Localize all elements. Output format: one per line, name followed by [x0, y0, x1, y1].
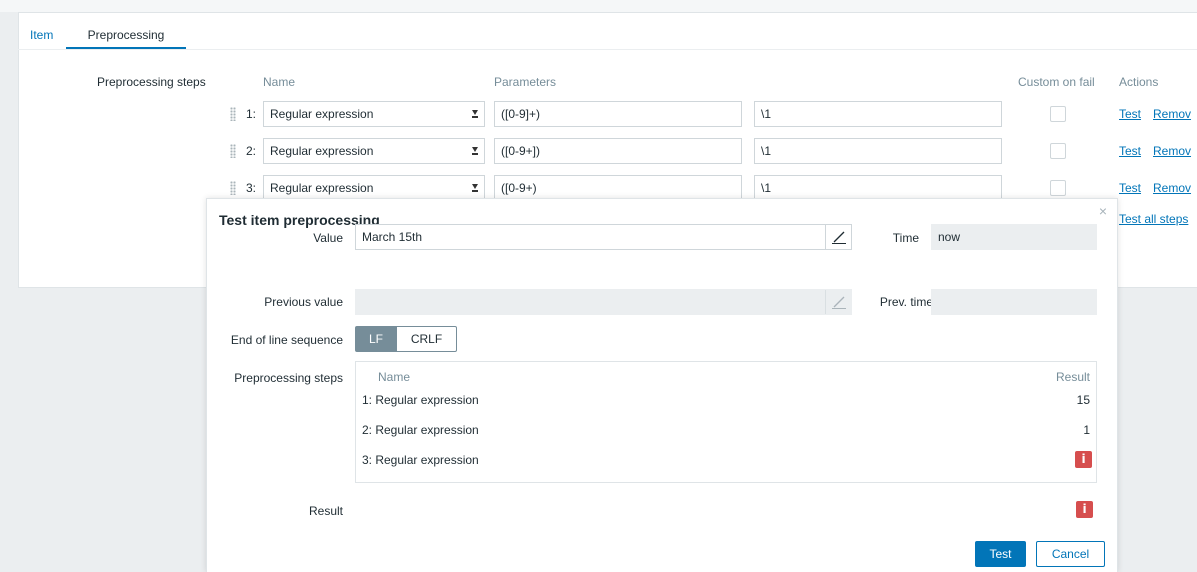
edit-previous-value-button	[825, 290, 851, 314]
edit-value-button[interactable]	[825, 225, 851, 249]
step-param-pattern-input[interactable]: ([0-9]+)	[494, 101, 742, 127]
custom-on-fail-checkbox[interactable]	[1050, 143, 1066, 159]
previous-value-label: Previous value	[264, 295, 343, 309]
step-type-select[interactable]: Regular expression	[263, 138, 485, 164]
step-type-value: Regular expression	[270, 181, 374, 195]
dropdown-arrow-icon	[472, 147, 478, 155]
column-header-parameters: Parameters	[494, 75, 557, 89]
result-step-label: 1: Regular expression	[362, 393, 479, 407]
info-error-icon[interactable]: i	[1076, 501, 1093, 518]
step-param-output-input[interactable]: \1	[754, 138, 1002, 164]
column-header-custom-on-fail: Custom on fail	[1018, 75, 1095, 89]
step-type-select[interactable]: Regular expression	[263, 101, 485, 127]
custom-on-fail-checkbox[interactable]	[1050, 180, 1066, 196]
drag-handle-icon[interactable]	[230, 181, 236, 195]
step-type-value: Regular expression	[270, 107, 374, 121]
result-label: Result	[308, 504, 343, 518]
test-step-link[interactable]: Test	[1119, 107, 1141, 121]
result-step-value: 1	[1083, 423, 1090, 437]
time-label: Time	[892, 231, 919, 245]
eol-lf-option[interactable]: LF	[355, 326, 397, 352]
column-header-name: Name	[263, 75, 296, 89]
dropdown-arrow-icon	[472, 110, 478, 118]
pencil-icon	[832, 231, 846, 244]
previous-time-label: Prev. time	[879, 295, 933, 309]
step-number: 2:	[246, 144, 257, 158]
tab-preprocessing[interactable]: Preprocessing	[66, 21, 186, 49]
step-number: 3:	[246, 181, 257, 195]
test-step-link[interactable]: Test	[1119, 144, 1141, 158]
dropdown-arrow-icon	[472, 184, 478, 192]
time-field[interactable]: now	[931, 224, 1097, 250]
pencil-icon	[832, 296, 846, 309]
cancel-button[interactable]: Cancel	[1036, 541, 1105, 567]
remove-step-link[interactable]: Remov	[1153, 107, 1191, 121]
result-step-value: 15	[1076, 393, 1090, 407]
value-label: Value	[313, 231, 343, 245]
step-param-pattern-input[interactable]: ([0-9+])	[494, 138, 742, 164]
test-step-link[interactable]: Test	[1119, 181, 1141, 195]
step-param-output-input[interactable]: \1	[754, 101, 1002, 127]
steps-results-table: Name Result 1: Regular expression 15 2: …	[355, 361, 1097, 483]
results-header-result: Result	[1055, 370, 1090, 384]
eol-sequence-label: End of line sequence	[230, 333, 343, 347]
eol-crlf-option[interactable]: CRLF	[396, 326, 457, 352]
results-header-name: Name	[378, 370, 411, 384]
test-preprocessing-dialog: Test item preprocessing × Value March 15…	[206, 198, 1118, 572]
step-number: 1:	[246, 107, 257, 121]
drag-handle-icon[interactable]	[230, 144, 236, 158]
test-button[interactable]: Test	[975, 541, 1026, 567]
remove-step-link[interactable]: Remov	[1153, 144, 1191, 158]
custom-on-fail-checkbox[interactable]	[1050, 106, 1066, 122]
column-header-actions: Actions	[1119, 75, 1159, 89]
previous-time-field[interactable]	[931, 289, 1097, 315]
close-icon[interactable]: ×	[1099, 203, 1107, 219]
drag-handle-icon[interactable]	[230, 107, 236, 121]
value-input-wrap: March 15th	[355, 224, 852, 250]
test-all-steps-link[interactable]: Test all steps	[1119, 212, 1188, 226]
value-input[interactable]: March 15th	[362, 225, 422, 249]
result-step-label: 3: Regular expression	[362, 453, 479, 467]
remove-step-link[interactable]: Remov	[1153, 181, 1191, 195]
info-error-icon[interactable]: i	[1075, 451, 1092, 468]
top-strip	[0, 0, 1197, 12]
preprocessing-steps-label: Preprocessing steps	[234, 371, 343, 385]
step-type-value: Regular expression	[270, 144, 374, 158]
previous-value-input[interactable]	[355, 289, 852, 315]
tab-item[interactable]: Item	[30, 21, 53, 49]
result-step-label: 2: Regular expression	[362, 423, 479, 437]
tab-bar: Item Preprocessing	[18, 21, 318, 49]
preprocessing-steps-label: Preprocessing steps	[97, 75, 206, 89]
tab-divider	[18, 49, 1197, 50]
